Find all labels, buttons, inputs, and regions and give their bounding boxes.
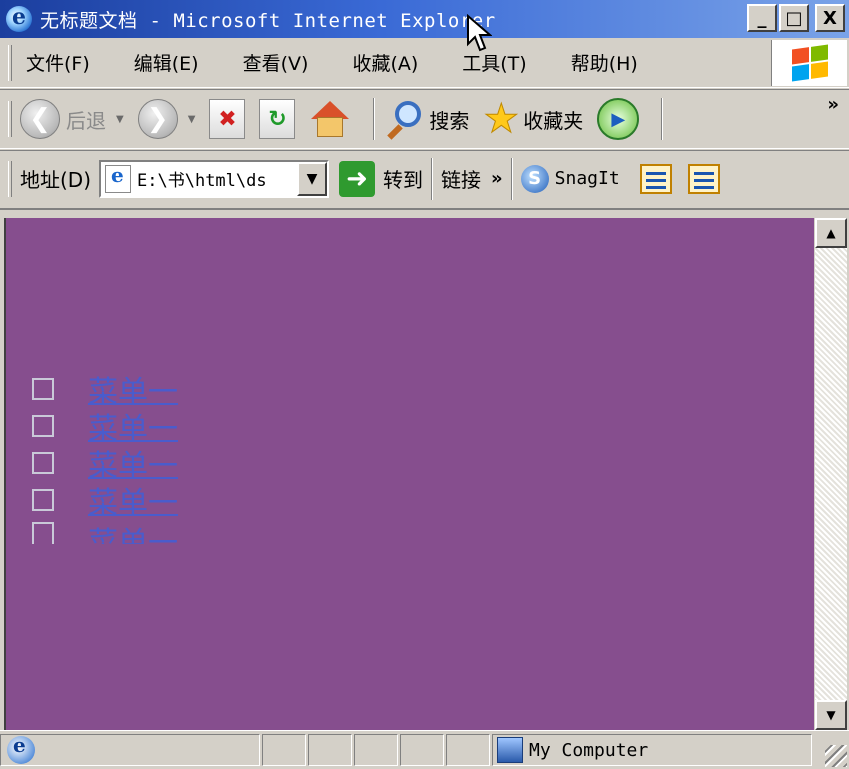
- search-icon: [383, 99, 423, 140]
- snagit-window-icon[interactable]: [639, 163, 672, 194]
- stop-icon: ✖: [209, 99, 246, 139]
- snagit-button[interactable]: SnagIt: [555, 168, 620, 189]
- refresh-icon: ↻: [259, 99, 296, 139]
- home-button[interactable]: [309, 99, 351, 139]
- window-controls: _ □ X: [747, 4, 845, 32]
- back-dropdown-icon[interactable]: ▼: [116, 114, 124, 125]
- favorites-label: 收藏夹: [523, 108, 584, 133]
- menu-link[interactable]: 菜单一: [88, 478, 178, 522]
- address-value[interactable]: E:\书\html\ds: [137, 166, 287, 191]
- search-label: 搜索: [429, 108, 470, 133]
- status-page-icon: [7, 733, 35, 764]
- forward-button[interactable]: ❯ ▼: [137, 99, 196, 139]
- square-bullet-icon: [32, 522, 54, 544]
- toolbar-separator: [661, 98, 664, 140]
- address-toolbar: 地址(D) E:\书\html\ds ▼ ➜ 转到 链接 » S SnagIt: [0, 150, 849, 206]
- toolbar-grip[interactable]: [8, 101, 12, 137]
- home-icon: [309, 99, 351, 139]
- snagit-icon[interactable]: S: [520, 164, 549, 193]
- status-text-pane: [0, 733, 260, 766]
- media-button[interactable]: ▶: [597, 98, 640, 140]
- address-field[interactable]: E:\书\html\ds ▼: [99, 159, 330, 198]
- square-bullet-icon: [32, 414, 54, 437]
- title-bar: 无标题文档 - Microsoft Internet Explorer _ □ …: [0, 0, 849, 38]
- my-computer-icon: [497, 737, 523, 763]
- square-bullet-icon: [32, 488, 54, 511]
- menu-list: 菜单一 菜单一 菜单一 菜单一 菜单一: [32, 370, 178, 544]
- toolbar-overflow-chevron[interactable]: »: [827, 94, 839, 115]
- address-separator: [431, 157, 434, 200]
- address-dropdown-icon[interactable]: ▼: [297, 161, 328, 196]
- links-separator: [510, 157, 513, 200]
- go-button[interactable]: 转到: [383, 164, 423, 193]
- favorites-button[interactable]: ★ 收藏夹: [483, 96, 584, 142]
- status-pane: [446, 734, 490, 766]
- window-title: 无标题文档 - Microsoft Internet Explorer: [40, 9, 496, 32]
- vertical-scrollbar[interactable]: ▲ ▼: [815, 218, 847, 730]
- refresh-button[interactable]: ↻: [259, 99, 296, 139]
- menu-bar: 文件(F) 编辑(E) 查看(V) 收藏(A) 工具(T) 帮助(H): [0, 38, 849, 88]
- scroll-up-icon[interactable]: ▲: [815, 218, 847, 248]
- media-icon: ▶: [597, 98, 640, 140]
- menu-view[interactable]: 查看(V): [237, 47, 315, 78]
- snagit-edit-icon[interactable]: [687, 163, 720, 194]
- back-arrow-icon: ❮: [20, 99, 60, 139]
- star-icon: ★: [483, 96, 520, 142]
- links-overflow-chevron[interactable]: »: [491, 168, 503, 189]
- square-bullet-icon: [32, 451, 54, 474]
- square-bullet-icon: [32, 377, 54, 400]
- zone-label: My Computer: [529, 739, 649, 761]
- windows-flag-icon: [791, 44, 828, 82]
- menu-bar-grip[interactable]: [8, 44, 12, 81]
- forward-arrow-icon: ❯: [137, 99, 178, 139]
- list-item: 菜单一: [32, 370, 178, 410]
- scroll-down-icon[interactable]: ▼: [815, 700, 847, 730]
- resize-grip-icon[interactable]: [825, 745, 847, 767]
- menu-edit[interactable]: 编辑(E): [128, 47, 205, 78]
- minimize-button[interactable]: _: [747, 4, 777, 32]
- address-grip[interactable]: [8, 160, 12, 197]
- content-frame: 菜单一 菜单一 菜单一 菜单一 菜单一 ▲ ▼: [0, 208, 849, 730]
- address-label: 地址(D): [20, 168, 92, 192]
- standard-toolbar: ❮ 后退 ▼ ❯ ▼ ✖ ↻ 搜索 ★ 收藏夹 ▶ »: [0, 89, 849, 149]
- status-pane: [354, 734, 398, 766]
- list-item: 菜单一: [32, 481, 178, 521]
- close-button[interactable]: X: [815, 4, 845, 32]
- status-bar: My Computer: [0, 730, 849, 769]
- toolbar-separator: [373, 98, 376, 140]
- security-zone-pane: My Computer: [492, 734, 812, 766]
- menu-file[interactable]: 文件(F): [20, 47, 96, 78]
- list-item: 菜单一: [32, 407, 178, 447]
- menu-link[interactable]: 菜单一: [88, 518, 178, 544]
- stop-button[interactable]: ✖: [209, 99, 246, 139]
- menu-favorites[interactable]: 收藏(A): [346, 47, 424, 78]
- page-body: 菜单一 菜单一 菜单一 菜单一 菜单一: [4, 218, 814, 730]
- back-button[interactable]: ❮ 后退 ▼: [20, 99, 124, 139]
- status-pane: [262, 734, 306, 766]
- links-button[interactable]: 链接: [441, 164, 481, 193]
- list-item: 菜单一: [32, 444, 178, 484]
- back-label: 后退: [66, 108, 106, 133]
- windows-logo: [771, 40, 847, 86]
- forward-dropdown-icon[interactable]: ▼: [188, 114, 196, 125]
- status-pane: [400, 734, 444, 766]
- search-button[interactable]: 搜索: [383, 99, 470, 140]
- status-pane: [308, 734, 352, 766]
- list-item: 菜单一: [32, 518, 178, 544]
- menu-help[interactable]: 帮助(H): [565, 47, 644, 78]
- maximize-button[interactable]: □: [779, 4, 809, 32]
- mouse-cursor-icon: [467, 14, 492, 52]
- go-arrow-icon[interactable]: ➜: [339, 160, 376, 197]
- page-icon: [105, 163, 132, 193]
- internet-explorer-icon[interactable]: [6, 4, 32, 32]
